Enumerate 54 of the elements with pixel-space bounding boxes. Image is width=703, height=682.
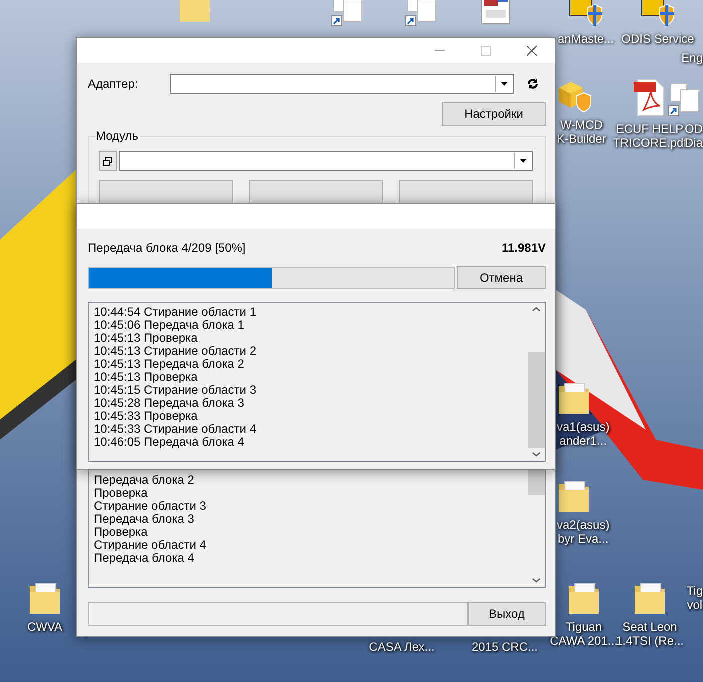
scroll-down-icon[interactable] [532, 452, 541, 457]
log-line: 10:46:05 Передача блока 4 [94, 436, 246, 449]
scroll-up-icon[interactable] [532, 307, 541, 312]
shield-app-icon[interactable] [568, 0, 604, 28]
icon-label: ECUF HELP TRICORE.pdf [612, 122, 687, 150]
log-line: Передача блока 2 [94, 474, 196, 487]
adapter-label: Адаптер: [88, 77, 140, 91]
log-line: Передача блока 3 [94, 513, 196, 526]
icon-label: va2(asus) byr Eva... [557, 518, 610, 546]
icon-label: CWVA [27, 620, 63, 634]
window-toggle-button[interactable] [99, 151, 117, 171]
log-line: 10:45:13 Проверка [94, 371, 198, 384]
dropdown-arrow-icon[interactable] [501, 82, 508, 86]
log-line: Стирание области 4 [94, 539, 208, 552]
log-line: 10:44:54 Стирание области 1 [94, 306, 258, 319]
voltage-reading: 11.981V [502, 241, 546, 255]
icon-label: W-MCD K-Builder [557, 118, 606, 146]
exit-button[interactable]: Выход [468, 602, 546, 626]
icon-label: ODIS Service [622, 32, 694, 46]
icon-label: 2015 CRC... [472, 640, 538, 654]
icon-label: Tig vol [686, 584, 703, 612]
window-icon [103, 156, 113, 166]
log-line: 10:45:33 Стирание области 4 [94, 423, 258, 436]
module-dropdown[interactable] [119, 151, 533, 171]
module-action-button[interactable] [99, 180, 233, 204]
icon-label: Seat Leon 1.4TSI (Re... [616, 620, 684, 648]
dropdown-arrow-icon[interactable] [520, 159, 527, 163]
shield-app-icon[interactable] [640, 0, 676, 28]
adapter-dropdown[interactable] [170, 74, 514, 94]
log-line: 10:45:13 Проверка [94, 332, 198, 345]
scrollbar-thumb[interactable] [528, 352, 545, 448]
close-icon[interactable] [527, 46, 537, 56]
log-line: Проверка [94, 526, 148, 539]
cancel-button[interactable]: Отмена [457, 266, 546, 289]
log-line: Передача блока 4 [94, 552, 196, 565]
scroll-down-icon[interactable] [532, 578, 541, 583]
log-line: Стирание области 3 [94, 500, 208, 513]
log-line: 10:45:06 Передача блока 1 [94, 319, 246, 332]
module-action-button[interactable] [399, 180, 533, 204]
log-line: 10:45:13 Передача блока 2 [94, 358, 246, 371]
log-line: 10:45:33 Проверка [94, 410, 198, 423]
icon-label: CASA Лех... [369, 640, 435, 654]
log-line: 10:45:13 Стирание области 2 [94, 345, 258, 358]
settings-button[interactable]: Настройки [442, 102, 546, 126]
module-action-button[interactable] [249, 180, 383, 204]
icon-label: anMaste... [558, 32, 614, 46]
log-line: 10:45:15 Стирание области 3 [94, 384, 258, 397]
group-label: Модуль [95, 129, 140, 143]
icon-label: Tiguan CAWA 201... [550, 620, 618, 648]
log-line: Проверка [94, 487, 148, 500]
icon-label: Eng [682, 51, 703, 65]
log-line: 10:45:28 Передача блока 3 [94, 397, 246, 410]
refresh-icon[interactable] [527, 78, 539, 90]
progress-status: Передача блока 4/209 [50%] [88, 241, 246, 255]
